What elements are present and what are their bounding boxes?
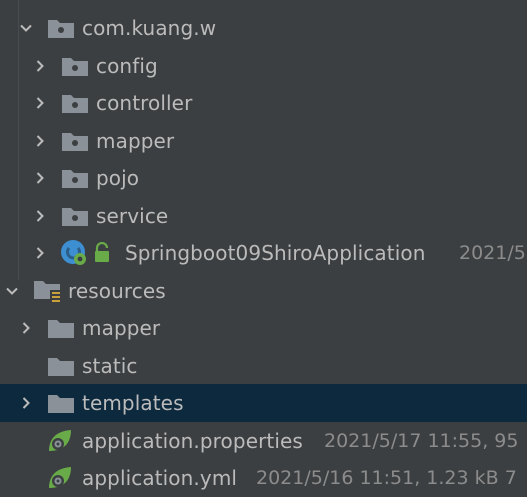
package-label: pojo — [96, 165, 140, 190]
file-label: application.properties — [82, 428, 303, 453]
chevron-right-icon[interactable] — [30, 168, 50, 188]
package-folder-icon — [61, 205, 89, 227]
tree-row-package-root[interactable]: com.kuang.w — [0, 9, 527, 47]
tree-row-package-mapper[interactable]: mapper — [0, 122, 527, 160]
spring-boot-class-icon — [60, 238, 90, 268]
resources-label: resources — [68, 278, 166, 303]
folder-label: templates — [82, 390, 184, 415]
spring-config-file-icon — [46, 464, 74, 492]
package-folder-icon — [61, 167, 89, 189]
package-label: controller — [96, 90, 193, 115]
file-meta: 2021/5/17 11:55, 95 — [324, 429, 519, 452]
application-class-label: Springboot09ShiroApplication — [125, 240, 426, 265]
tree-row-folder-mapper[interactable]: mapper — [0, 309, 527, 347]
package-folder-icon — [61, 130, 89, 152]
package-label: service — [96, 203, 169, 228]
folder-label: mapper — [82, 315, 161, 340]
tree-row-file-yml[interactable]: application.yml 2021/5/16 11:51, 1.23 kB… — [0, 459, 527, 497]
spring-config-file-icon — [46, 427, 74, 455]
project-tree: com.kuang.w config controller mapper poj… — [0, 0, 527, 490]
lock-icon — [93, 241, 113, 264]
package-folder-icon — [61, 55, 89, 77]
chevron-right-icon[interactable] — [16, 318, 36, 338]
chevron-right-icon[interactable] — [30, 93, 50, 113]
chevron-right-icon[interactable] — [30, 56, 50, 76]
tree-row-resources[interactable]: resources — [0, 272, 527, 310]
application-class-meta: 2021/5 — [459, 241, 526, 264]
folder-icon — [47, 317, 75, 339]
tree-row-folder-static[interactable]: static — [0, 347, 527, 385]
chevron-right-icon[interactable] — [30, 131, 50, 151]
chevron-down-icon[interactable] — [16, 18, 36, 38]
chevron-right-icon[interactable] — [30, 206, 50, 226]
tree-row-folder-templates[interactable]: templates — [0, 384, 527, 422]
tree-row-package-pojo[interactable]: pojo — [0, 159, 527, 197]
tree-row-package-controller[interactable]: controller — [0, 84, 527, 122]
package-label: config — [96, 53, 158, 78]
resources-folder-icon — [33, 278, 63, 304]
tree-row-application-class[interactable]: Springboot09ShiroApplication 2021/5 — [0, 234, 527, 272]
package-folder-icon — [47, 17, 75, 39]
chevron-right-icon[interactable] — [30, 243, 50, 263]
chevron-down-icon[interactable] — [2, 281, 22, 301]
package-label: mapper — [96, 128, 175, 153]
file-meta: 2021/5/16 11:51, 1.23 kB 7 — [256, 466, 517, 489]
tree-row-file-properties[interactable]: application.properties 2021/5/17 11:55, … — [0, 422, 527, 460]
folder-icon — [47, 355, 75, 377]
tree-row-package-config[interactable]: config — [0, 47, 527, 85]
file-label: application.yml — [82, 465, 238, 490]
folder-label: static — [82, 353, 138, 378]
package-folder-icon — [61, 92, 89, 114]
package-root-label: com.kuang.w — [82, 15, 217, 40]
chevron-right-icon[interactable] — [16, 393, 36, 413]
folder-icon — [47, 392, 75, 414]
tree-row-package-service[interactable]: service — [0, 197, 527, 235]
